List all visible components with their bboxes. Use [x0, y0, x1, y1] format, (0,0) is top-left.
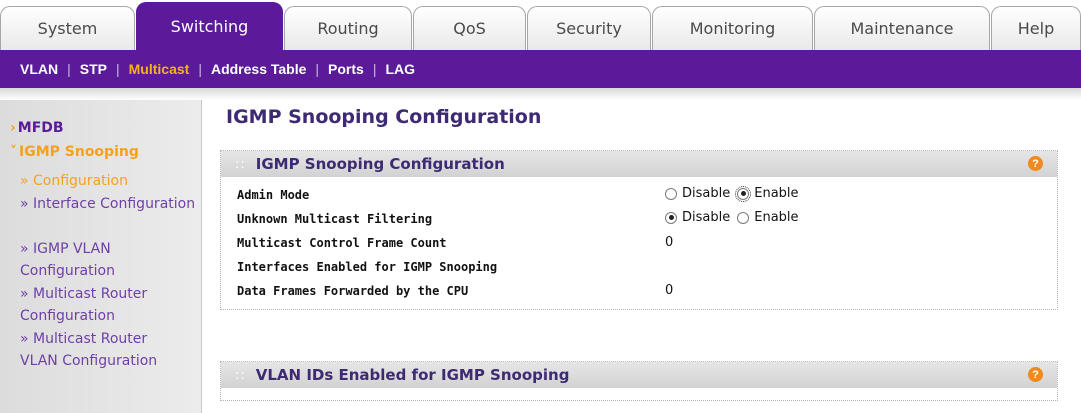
chevron-right-icon: › [10, 120, 16, 136]
tab-monitoring[interactable]: Monitoring [652, 6, 813, 50]
panel-title: IGMP Snooping Configuration [255, 155, 505, 173]
radio-label: Disable [682, 210, 731, 225]
subnav-separator: | [67, 61, 71, 77]
radio-label: Enable [754, 210, 799, 225]
igmp-config-panel: :: IGMP Snooping Configuration ? Admin M… [220, 150, 1058, 310]
subnav-multicast[interactable]: Multicast [129, 61, 190, 77]
radio-label: Disable [682, 186, 731, 201]
tab-label: Maintenance [850, 19, 954, 38]
subnav-separator: | [372, 61, 377, 77]
admin-mode-row: Admin Mode Disable Enable [221, 183, 1057, 207]
panel-header: :: VLAN IDs Enabled for IGMP Snooping ? [221, 362, 1057, 388]
sidebar-item-label: MFDB [17, 120, 64, 136]
tab-label: Security [556, 19, 622, 38]
tab-routing[interactable]: Routing [284, 6, 412, 50]
subnav-ports[interactable]: Ports [328, 61, 364, 77]
panel-header: :: IGMP Snooping Configuration ? [221, 151, 1057, 177]
unknown-multicast-row: Unknown Multicast Filtering Disable Enab… [221, 207, 1057, 231]
admin-mode-disable-radio[interactable] [665, 187, 677, 200]
unknown-multicast-label: Unknown Multicast Filtering [237, 212, 433, 226]
unknown-multicast-disable-radio[interactable] [665, 211, 677, 224]
sidebar: › MFDB ˅ IGMP Snooping » Configuration » I… [0, 100, 202, 413]
help-icon[interactable]: ? [1028, 156, 1043, 171]
subnav-shadow [0, 88, 1081, 100]
control-frame-count-row: Multicast Control Frame Count 0 [221, 231, 1057, 255]
subnav-stp[interactable]: STP [80, 61, 107, 77]
admin-mode-enable-radio[interactable] [735, 185, 752, 202]
unknown-multicast-enable-radio[interactable] [737, 211, 750, 224]
subnav-separator: | [116, 61, 120, 77]
tab-label: System [37, 19, 98, 38]
tab-maintenance[interactable]: Maintenance [814, 6, 990, 50]
help-icon[interactable]: ? [1028, 367, 1043, 382]
tab-label: Routing [317, 19, 379, 38]
control-frame-count-value: 0 [665, 235, 674, 250]
data-frames-value: 0 [665, 283, 674, 298]
radio-label: Enable [754, 186, 799, 201]
interfaces-enabled-row: Interfaces Enabled for IGMP Snooping [221, 255, 1057, 279]
subnav-separator: | [198, 61, 202, 77]
data-frames-label: Data Frames Forwarded by the CPU [237, 284, 469, 298]
subnav-vlan[interactable]: VLAN [20, 61, 58, 77]
sidebar-item-label: IGMP Snooping [19, 144, 139, 160]
admin-mode-label: Admin Mode [237, 188, 310, 202]
control-frame-count-label: Multicast Control Frame Count [237, 236, 447, 250]
sidebar-item-multicast-router-configuration[interactable]: » Multicast Router Configuration [20, 283, 198, 327]
unknown-multicast-radio-group: Disable Enable [665, 210, 806, 225]
chevron-down-icon: ˅ [10, 144, 17, 160]
tab-qos[interactable]: QoS [413, 6, 526, 50]
tab-label: Monitoring [689, 19, 776, 38]
tab-system[interactable]: System [0, 6, 135, 50]
sidebar-item-igmp-vlan-configuration[interactable]: » IGMP VLAN Configuration [20, 238, 198, 282]
panel-title: VLAN IDs Enabled for IGMP Snooping [255, 366, 570, 384]
sidebar-item-configuration[interactable]: » Configuration [20, 170, 198, 192]
subnav-lag[interactable]: LAG [385, 61, 415, 77]
subnav-separator: | [315, 61, 320, 77]
drag-grip-icon: :: [235, 367, 246, 383]
tab-label: QoS [453, 19, 486, 38]
page-title: IGMP Snooping Configuration [226, 106, 542, 128]
drag-grip-icon: :: [235, 156, 246, 172]
sub-navigation: VLAN | STP | Multicast | Address Table |… [0, 50, 1081, 88]
sidebar-item-igmp-snooping[interactable]: ˅ IGMP Snooping [10, 144, 139, 160]
tab-label: Help [1017, 19, 1055, 38]
admin-mode-radio-group: Disable Enable [665, 185, 806, 202]
subnav-address-table[interactable]: Address Table [211, 61, 306, 77]
tab-switching[interactable]: Switching [136, 2, 283, 50]
vlan-ids-panel: :: VLAN IDs Enabled for IGMP Snooping ? [220, 361, 1058, 401]
sidebar-item-multicast-router-vlan-configuration[interactable]: » Multicast Router VLAN Configuration [20, 328, 170, 372]
panel-spacer [221, 303, 1057, 309]
tab-security[interactable]: Security [527, 6, 651, 50]
interfaces-enabled-label: Interfaces Enabled for IGMP Snooping [237, 260, 498, 274]
sidebar-item-interface-configuration[interactable]: » Interface Configuration [20, 193, 198, 215]
sidebar-item-mfdb[interactable]: › MFDB [10, 120, 64, 136]
tab-label: Switching [170, 17, 249, 36]
data-frames-row: Data Frames Forwarded by the CPU 0 [221, 279, 1057, 303]
tab-help[interactable]: Help [991, 6, 1081, 50]
main-tab-bar: System Switching Routing QoS Security Mo… [0, 0, 1081, 50]
